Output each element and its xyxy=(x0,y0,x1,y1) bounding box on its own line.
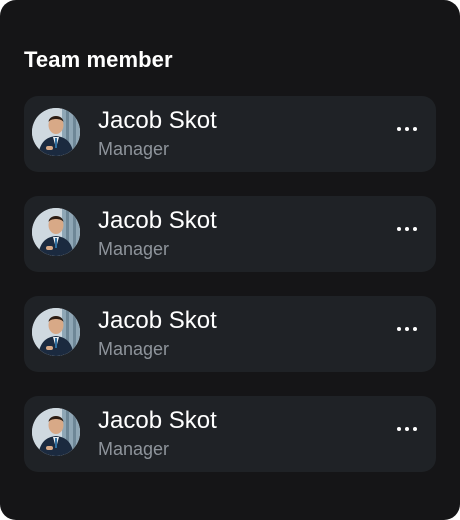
more-horizontal-icon xyxy=(397,327,401,331)
person-avatar-icon xyxy=(32,408,80,456)
member-row[interactable]: Jacob Skot Manager xyxy=(24,296,436,372)
member-role: Manager xyxy=(98,139,170,159)
avatar xyxy=(32,408,80,456)
team-member-panel: Team member Jacob Skot Manager Jacob Sko… xyxy=(0,0,460,520)
member-role: Manager xyxy=(98,339,170,359)
member-role: Manager xyxy=(98,239,170,259)
more-options-button[interactable] xyxy=(390,318,424,340)
member-name: Jacob Skot xyxy=(98,207,217,234)
member-name: Jacob Skot xyxy=(98,307,217,334)
person-avatar-icon xyxy=(32,108,80,156)
more-options-button[interactable] xyxy=(390,218,424,240)
avatar xyxy=(32,208,80,256)
more-horizontal-icon xyxy=(397,127,401,131)
avatar xyxy=(32,108,80,156)
member-role: Manager xyxy=(98,439,170,459)
member-row[interactable]: Jacob Skot Manager xyxy=(24,196,436,272)
member-name: Jacob Skot xyxy=(98,407,217,434)
member-row[interactable]: Jacob Skot Manager xyxy=(24,396,436,472)
more-horizontal-icon xyxy=(397,427,401,431)
panel-title: Team member xyxy=(24,47,173,72)
avatar xyxy=(32,308,80,356)
member-row[interactable]: Jacob Skot Manager xyxy=(24,96,436,172)
person-avatar-icon xyxy=(32,208,80,256)
more-options-button[interactable] xyxy=(390,118,424,140)
more-horizontal-icon xyxy=(397,227,401,231)
more-options-button[interactable] xyxy=(390,418,424,440)
person-avatar-icon xyxy=(32,308,80,356)
member-name: Jacob Skot xyxy=(98,107,217,134)
member-list: Jacob Skot Manager Jacob Skot Manager Ja… xyxy=(24,96,436,496)
